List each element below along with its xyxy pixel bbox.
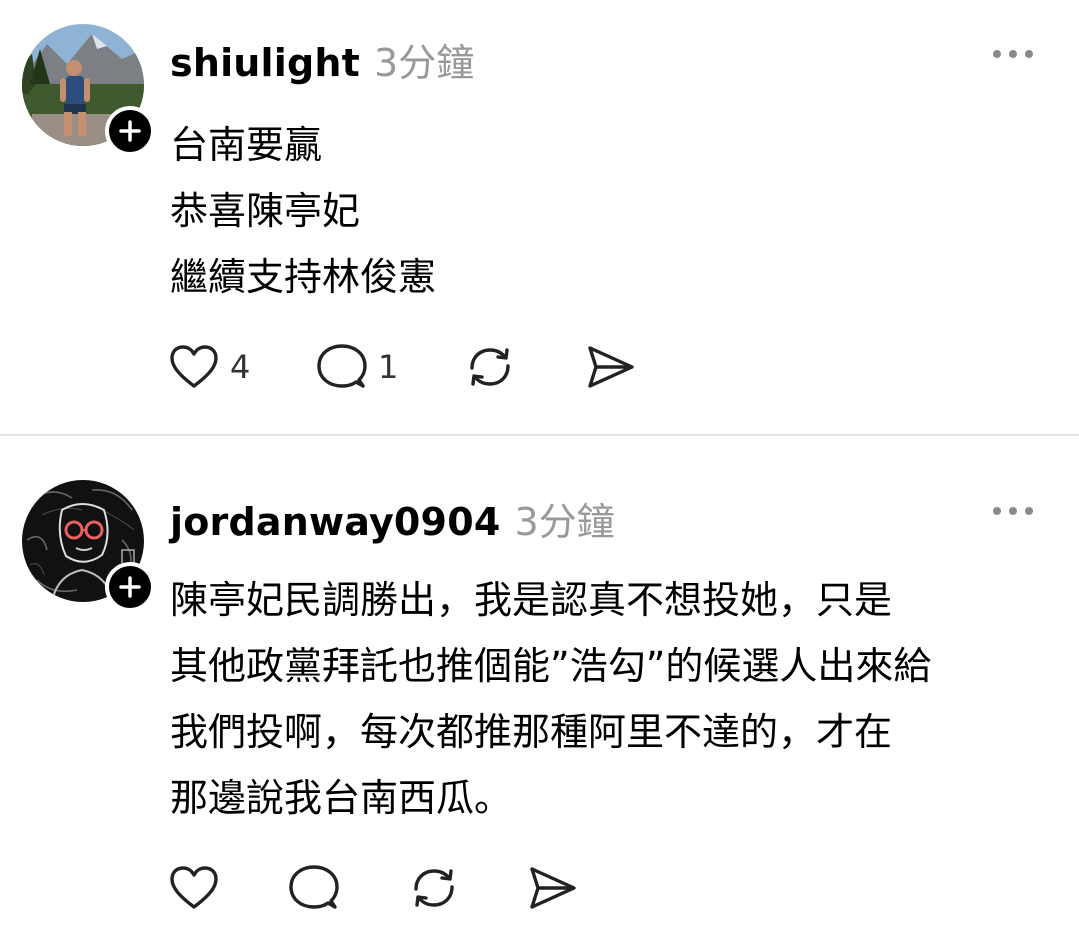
action-bar [168,863,578,913]
comment-icon [289,865,339,909]
like-button[interactable]: 4 [168,343,316,391]
follow-button[interactable] [105,106,155,156]
reply-button[interactable]: 1 [316,342,464,392]
follow-button[interactable] [105,562,155,612]
share-button[interactable] [526,863,578,913]
post-body-line: 陳亭妃民調勝出，我是認真不想投她，只是 [170,578,893,622]
action-bar: 4 1 [168,342,636,392]
more-icon [993,50,1001,58]
avatar[interactable] [22,480,155,612]
timestamp: 3分鐘 [374,41,475,85]
heart-icon [170,866,218,909]
like-button[interactable] [168,864,288,912]
share-button[interactable] [584,342,636,392]
repost-icon [414,869,454,907]
more-icon [993,507,1001,515]
post-divider [0,434,1079,436]
post-header: jordanway0904 3分鐘 [170,491,615,546]
more-button[interactable] [993,46,1033,62]
repost-icon [470,348,510,386]
post-header: shiulight 3分鐘 [170,32,474,87]
post: shiulight 3分鐘 台南要贏 恭喜陳亭妃 繼續支持林俊憲 4 1 [0,0,1079,435]
send-icon [530,867,576,909]
repost-button[interactable] [408,863,526,913]
post-body-line: 那邊說我台南西瓜。 [170,776,513,820]
post-body-line: 台南要贏 [170,123,323,167]
plus-icon [119,576,141,598]
username[interactable]: shiulight [170,41,360,85]
more-button[interactable] [993,503,1033,519]
post-body-line: 恭喜陳亭妃 [170,189,361,233]
repost-button[interactable] [464,342,584,392]
reply-button[interactable] [288,863,408,913]
reply-count: 1 [378,348,399,386]
timestamp: 3分鐘 [514,500,615,544]
post-body-line: 繼續支持林俊憲 [170,255,437,299]
post-body: 陳亭妃民調勝出，我是認真不想投她，只是 其他政黨拜託也推個能”浩勾”的候選人出來… [170,567,1050,831]
avatar[interactable] [22,24,155,156]
send-icon [588,346,634,388]
username[interactable]: jordanway0904 [170,500,500,544]
like-count: 4 [230,348,251,386]
comment-icon [317,344,367,388]
post-body-line: 其他政黨拜託也推個能”浩勾”的候選人出來給 [170,644,932,688]
plus-icon [119,120,141,142]
heart-icon [170,345,218,388]
post-body: 台南要贏 恭喜陳亭妃 繼續支持林俊憲 [170,112,436,310]
post-body-line: 我們投啊，每次都推那種阿里不達的，才在 [170,710,893,754]
post: jordanway0904 3分鐘 陳亭妃民調勝出，我是認真不想投她，只是 其他… [0,437,1079,938]
